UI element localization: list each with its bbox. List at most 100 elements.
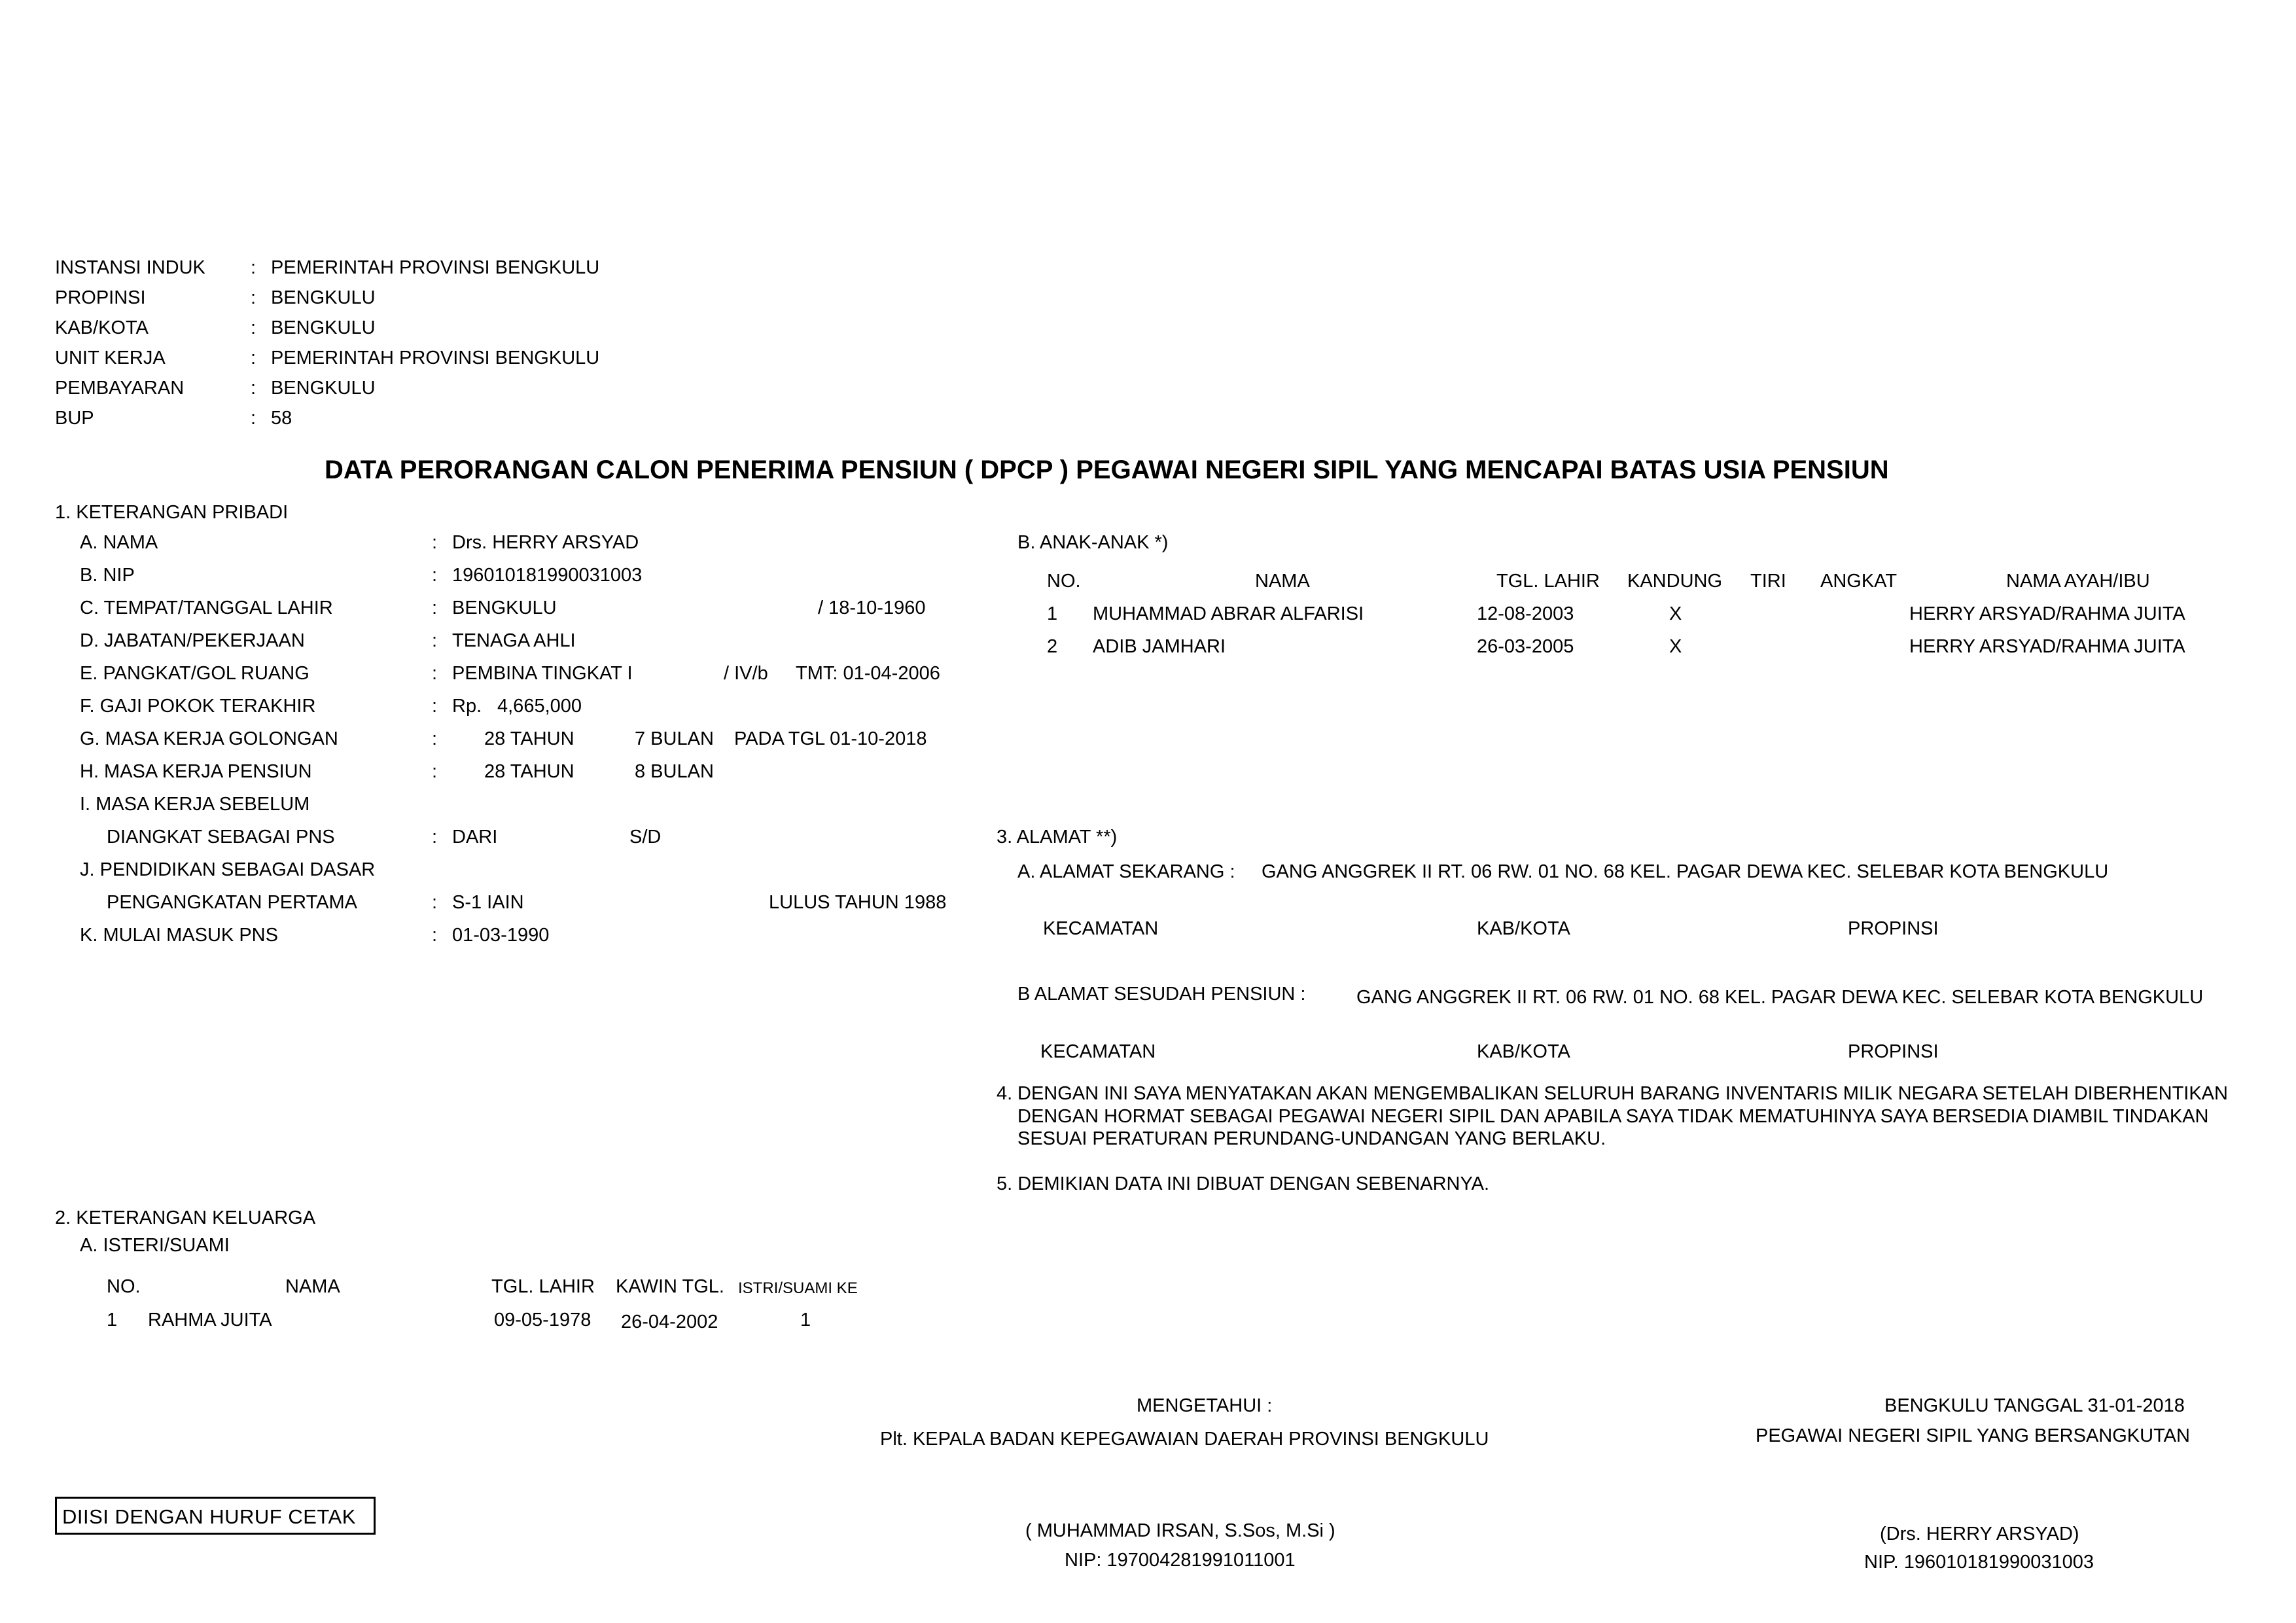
label-gaji: F. GAJI POKOK TERAKHIR: [80, 696, 316, 717]
label-propinsi: PROPINSI: [1848, 918, 1939, 939]
header-sep: :: [251, 348, 256, 368]
keluarga-tgl-kawin: 26-04-2002: [621, 1311, 718, 1332]
header-label-unitkerja: UNIT KERJA: [55, 348, 166, 368]
keluarga-col-tgl: TGL. LAHIR: [491, 1276, 595, 1297]
note-box: DIISI DENGAN HURUF CETAK: [55, 1497, 376, 1535]
label-kabkota: KAB/KOTA: [1477, 1041, 1570, 1062]
keluarga-no: 1: [107, 1310, 118, 1330]
sep: :: [432, 532, 438, 553]
mengetahui-nip: NIP: 197004281991011001: [1065, 1550, 1296, 1571]
alamat-sesudah-value: GANG ANGGREK II RT. 06 RW. 01 NO. 68 KEL…: [1356, 987, 2204, 1008]
label-pendidikan: J. PENDIDIKAN SEBAGAI DASAR: [80, 859, 376, 880]
alamat-sekarang-value: GANG ANGGREK II RT. 06 RW. 01 NO. 68 KEL…: [1262, 861, 2109, 882]
label-diangkat-pns: DIANGKAT SEBAGAI PNS: [107, 827, 335, 847]
header-sep: :: [251, 287, 256, 308]
label-masa-kerja-pensiun: H. MASA KERJA PENSIUN: [80, 761, 312, 782]
keluarga-col-no: NO.: [107, 1276, 141, 1297]
sep: :: [432, 827, 438, 847]
sep: :: [432, 565, 438, 586]
label-pangkat: E. PANGKAT/GOL RUANG: [80, 663, 309, 684]
value-dari: DARI: [452, 827, 498, 847]
pernyataan-line: SESUAI PERATURAN PERUNDANG-UNDANGAN YANG…: [1017, 1128, 1606, 1149]
keluarga-nama: RAHMA JUITA: [148, 1310, 272, 1330]
anak-kandung: X: [1669, 603, 1682, 624]
anak-col-ayah-ibu: NAMA AYAH/IBU: [2006, 571, 2150, 592]
note-box-text: DIISI DENGAN HURUF CETAK: [62, 1505, 356, 1528]
header-value-pembayaran: BENGKULU: [271, 378, 376, 399]
anak-tgl-lahir: 12-08-2003: [1477, 603, 1574, 624]
alamat-heading: 3. ALAMAT **): [997, 827, 1118, 847]
pernyataan-line: DENGAN INI SAYA MENYATAKAN AKAN MENGEMBA…: [1017, 1083, 2228, 1104]
value-mkg-tgl: PADA TGL 01-10-2018: [734, 728, 927, 749]
header-sep: :: [251, 317, 256, 338]
sep: :: [432, 728, 438, 749]
value-rp: Rp.: [452, 696, 482, 717]
label-pengangkatan: PENGANGKATAN PERTAMA: [107, 892, 357, 913]
value-mkg-tahun: 28 TAHUN: [484, 728, 574, 749]
value-tempat-lahir: BENGKULU: [452, 597, 557, 618]
label-kecamatan: KECAMATAN: [1043, 918, 1159, 939]
keluarga-col-kawin: KAWIN TGL.: [616, 1276, 724, 1297]
anak-nama: MUHAMMAD ABRAR ALFARISI: [1093, 603, 1364, 624]
header-label-propinsi: PROPINSI: [55, 287, 146, 308]
mengetahui-label: MENGETAHUI :: [1137, 1395, 1273, 1416]
header-label-instansi: INSTANSI INDUK: [55, 257, 205, 278]
pribadi-heading: 1. KETERANGAN PRIBADI: [55, 502, 289, 523]
header-value-instansi: PEMERINTAH PROVINSI BENGKULU: [271, 257, 600, 278]
value-gaji: 4,665,000: [497, 696, 582, 717]
anak-kandung: X: [1669, 636, 1682, 657]
label-masa-kerja-golongan: G. MASA KERJA GOLONGAN: [80, 728, 338, 749]
label-ttl: C. TEMPAT/TANGGAL LAHIR: [80, 597, 333, 618]
label-masa-kerja-sebelum: I. MASA KERJA SEBELUM: [80, 794, 310, 815]
value-mulai-pns: 01-03-1990: [452, 925, 550, 946]
demikian-statement: 5. DEMIKIAN DATA INI DIBUAT DENGAN SEBEN…: [997, 1173, 1490, 1194]
label-nip: B. NIP: [80, 565, 135, 586]
label-jabatan: D. JABATAN/PEKERJAAN: [80, 630, 305, 651]
keluarga-sub-heading: A. ISTERI/SUAMI: [80, 1235, 230, 1256]
sep: :: [432, 663, 438, 684]
value-mkg-bulan: 7 BULAN: [635, 728, 714, 749]
header-value-bup: 58: [271, 408, 292, 429]
value-pendidikan: S-1 IAIN: [452, 892, 524, 913]
label-kecamatan: KECAMATAN: [1040, 1041, 1156, 1062]
header-sep: :: [251, 378, 256, 399]
anak-ayah-ibu: HERRY ARSYAD/RAHMA JUITA: [1909, 603, 2185, 624]
keluarga-col-nama: NAMA: [285, 1276, 340, 1297]
label-nama: A. NAMA: [80, 532, 158, 553]
value-golongan: / IV/b: [724, 663, 768, 684]
value-nama: Drs. HERRY ARSYAD: [452, 532, 639, 553]
sep: :: [432, 761, 438, 782]
value-sd: S/D: [629, 827, 662, 847]
value-pangkat: PEMBINA TINGKAT I: [452, 663, 633, 684]
alamat-sekarang-label: A. ALAMAT SEKARANG :: [1017, 861, 1235, 882]
mengetahui-jabatan: Plt. KEPALA BADAN KEPEGAWAIAN DAERAH PRO…: [880, 1429, 1489, 1450]
anak-col-tiri: TIRI: [1750, 571, 1786, 592]
keluarga-col-ke: ISTRI/SUAMI KE: [738, 1279, 858, 1297]
sep: :: [432, 696, 438, 717]
alamat-sesudah-label: B ALAMAT SESUDAH PENSIUN :: [1017, 984, 1306, 1005]
bersangkutan-tanggal: BENGKULU TANGGAL 31-01-2018: [1884, 1395, 2185, 1416]
sep: :: [432, 892, 438, 913]
bersangkutan-nip: NIP. 196010181990031003: [1864, 1552, 2094, 1573]
pernyataan-number: 4.: [997, 1083, 1013, 1104]
keluarga-tgl-lahir: 09-05-1978: [494, 1310, 592, 1330]
value-mkp-tahun: 28 TAHUN: [484, 761, 574, 782]
anak-col-angkat: ANGKAT: [1820, 571, 1898, 592]
header-label-bup: BUP: [55, 408, 94, 429]
anak-col-kandung: KANDUNG: [1627, 571, 1723, 592]
header-label-kabkota: KAB/KOTA: [55, 317, 149, 338]
value-mkp-bulan: 8 BULAN: [635, 761, 714, 782]
keluarga-ke: 1: [800, 1310, 811, 1330]
header-value-unitkerja: PEMERINTAH PROVINSI BENGKULU: [271, 348, 600, 368]
value-tanggal-lahir: / 18-10-1960: [818, 597, 926, 618]
anak-col-nama: NAMA: [1255, 571, 1310, 592]
anak-tgl-lahir: 26-03-2005: [1477, 636, 1574, 657]
anak-nama: ADIB JAMHARI: [1093, 636, 1226, 657]
label-mulai-pns: K. MULAI MASUK PNS: [80, 925, 278, 946]
pernyataan-line: DENGAN HORMAT SEBAGAI PEGAWAI NEGERI SIP…: [1017, 1106, 2209, 1127]
mengetahui-nama: ( MUHAMMAD IRSAN, S.Sos, M.Si ): [1025, 1520, 1335, 1541]
anak-col-no: NO.: [1047, 571, 1081, 592]
header-value-kabkota: BENGKULU: [271, 317, 376, 338]
anak-no: 1: [1047, 603, 1058, 624]
label-kabkota: KAB/KOTA: [1477, 918, 1570, 939]
